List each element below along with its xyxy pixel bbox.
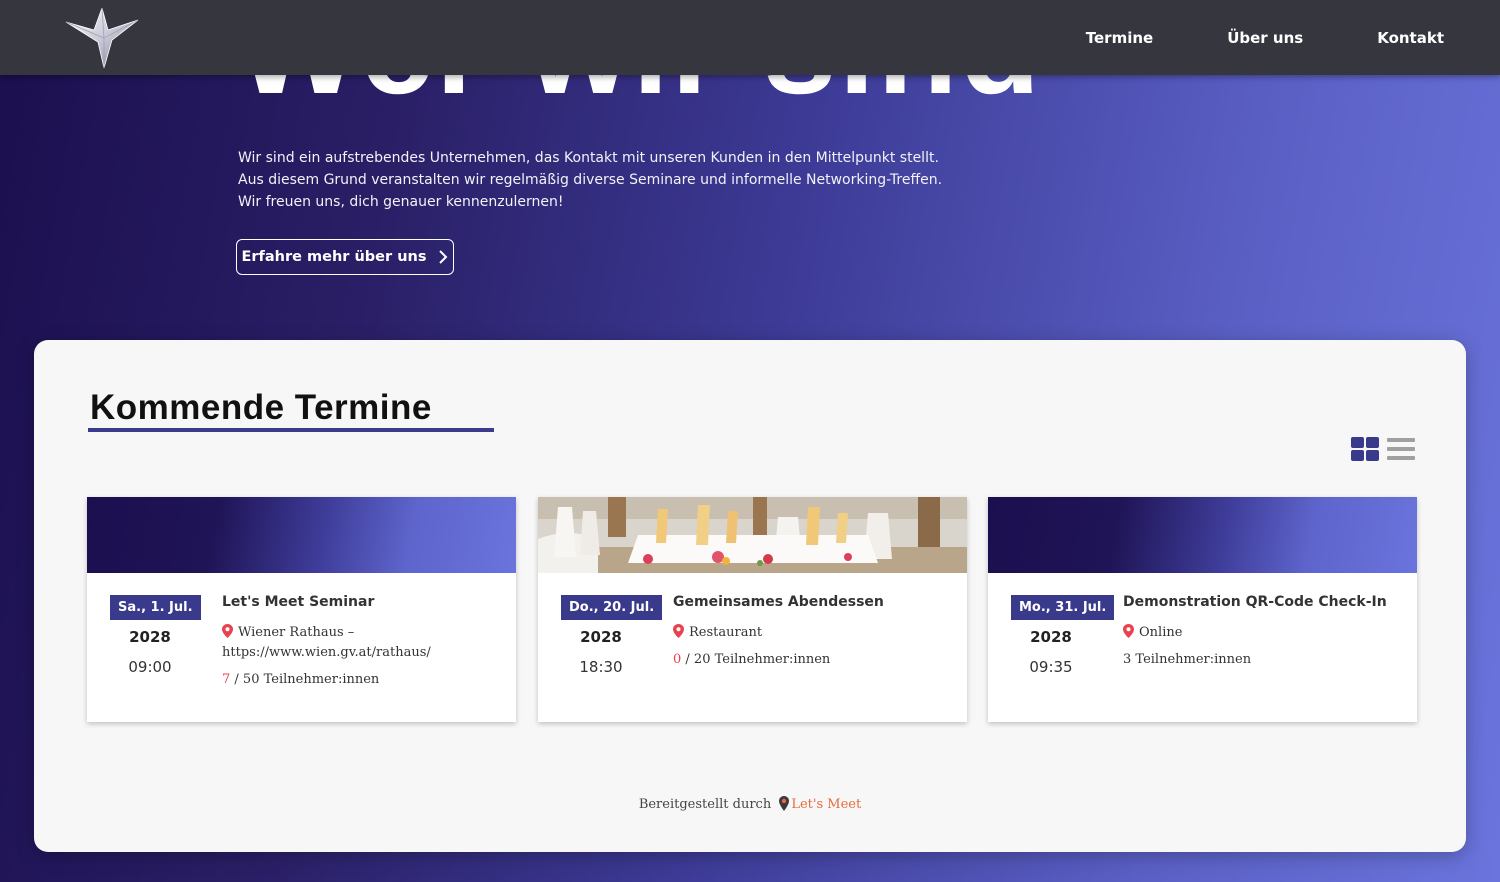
nav-link-kontakt[interactable]: Kontakt: [1377, 29, 1444, 47]
chevron-right-icon: [439, 250, 448, 264]
event-year: 2028: [1030, 628, 1072, 646]
nav-link-termine[interactable]: Termine: [1086, 29, 1153, 47]
hero-line: Aus diesem Grund veranstalten wir regelm…: [238, 172, 943, 188]
event-year: 2028: [129, 628, 171, 646]
event-participants: 3 Teilnehmer:innen: [1123, 652, 1251, 667]
event-title[interactable]: Let's Meet Seminar: [222, 594, 374, 610]
grid-view-icon[interactable]: [1351, 437, 1379, 461]
list-view-icon[interactable]: [1387, 437, 1415, 461]
event-location-text: Wiener Rathaus – https://www.wien.gv.at/…: [222, 625, 431, 660]
event-card[interactable]: Mo., 31. Jul. 2028 09:35 Demonstration Q…: [988, 497, 1417, 722]
event-participants: 0 / 20 Teilnehmer:innen: [673, 652, 830, 667]
event-title[interactable]: Gemeinsames Abendessen: [673, 594, 884, 610]
powered-by-footer: Bereitgestellt durch Let's Meet: [34, 796, 1466, 812]
lets-meet-link[interactable]: Let's Meet: [791, 797, 861, 812]
hero-line: Wir freuen uns, dich genauer kennenzuler…: [238, 194, 564, 210]
event-banner: [988, 497, 1417, 573]
hero-line: Wir sind ein aufstrebendes Unternehmen, …: [238, 150, 939, 166]
event-time: 18:30: [579, 658, 623, 676]
nav-link-ueber-uns[interactable]: Über uns: [1227, 29, 1303, 47]
date-badge: Do., 20. Jul.: [561, 595, 663, 620]
logo-star-icon[interactable]: [64, 6, 140, 70]
participants-text: 3 Teilnehmer:innen: [1123, 652, 1252, 667]
capacity-text: / 20 Teilnehmer:innen: [685, 652, 831, 667]
registered-count: 0: [673, 652, 682, 667]
hero-description: Wir sind ein aufstrebendes Unternehmen, …: [238, 147, 998, 213]
upcoming-events-panel: Kommende Termine Sa., 1. Jul. 2028 09:00…: [34, 340, 1466, 852]
event-title[interactable]: Demonstration QR-Code Check-In: [1123, 594, 1387, 610]
event-year: 2028: [580, 628, 622, 646]
lets-meet-pin-icon: [779, 796, 790, 811]
title-underline: [88, 428, 494, 432]
date-badge: Sa., 1. Jul.: [110, 595, 201, 620]
event-participants: 7 / 50 Teilnehmer:innen: [222, 672, 379, 687]
view-toggle: [1351, 437, 1415, 461]
location-pin-icon: [1123, 624, 1134, 638]
top-navigation: Termine Über uns Kontakt: [0, 0, 1500, 75]
event-location: Wiener Rathaus – https://www.wien.gv.at/…: [222, 623, 502, 663]
event-card[interactable]: Sa., 1. Jul. 2028 09:00 Let's Meet Semin…: [87, 497, 516, 722]
footer-prefix: Bereitgestellt durch: [638, 797, 772, 812]
location-pin-icon: [222, 624, 233, 638]
date-badge: Mo., 31. Jul.: [1011, 595, 1115, 620]
registered-count: 7: [222, 672, 231, 687]
event-location-text: Online: [1139, 625, 1183, 640]
event-banner: [87, 497, 516, 573]
event-location-text: Restaurant: [689, 625, 763, 640]
learn-more-button[interactable]: Erfahre mehr über uns: [236, 239, 454, 275]
event-time: 09:35: [1029, 658, 1073, 676]
event-location: Online: [1123, 623, 1403, 643]
event-time: 09:00: [128, 658, 172, 676]
section-title: Kommende Termine: [90, 388, 432, 427]
learn-more-label: Erfahre mehr über uns: [241, 249, 427, 265]
main-nav: Termine Über uns Kontakt: [1086, 0, 1444, 75]
event-banner-photo: [538, 497, 967, 573]
event-card[interactable]: Do., 20. Jul. 2028 18:30 Gemeinsames Abe…: [538, 497, 967, 722]
event-location: Restaurant: [673, 623, 953, 643]
capacity-text: / 50 Teilnehmer:innen: [234, 672, 380, 687]
location-pin-icon: [673, 624, 684, 638]
